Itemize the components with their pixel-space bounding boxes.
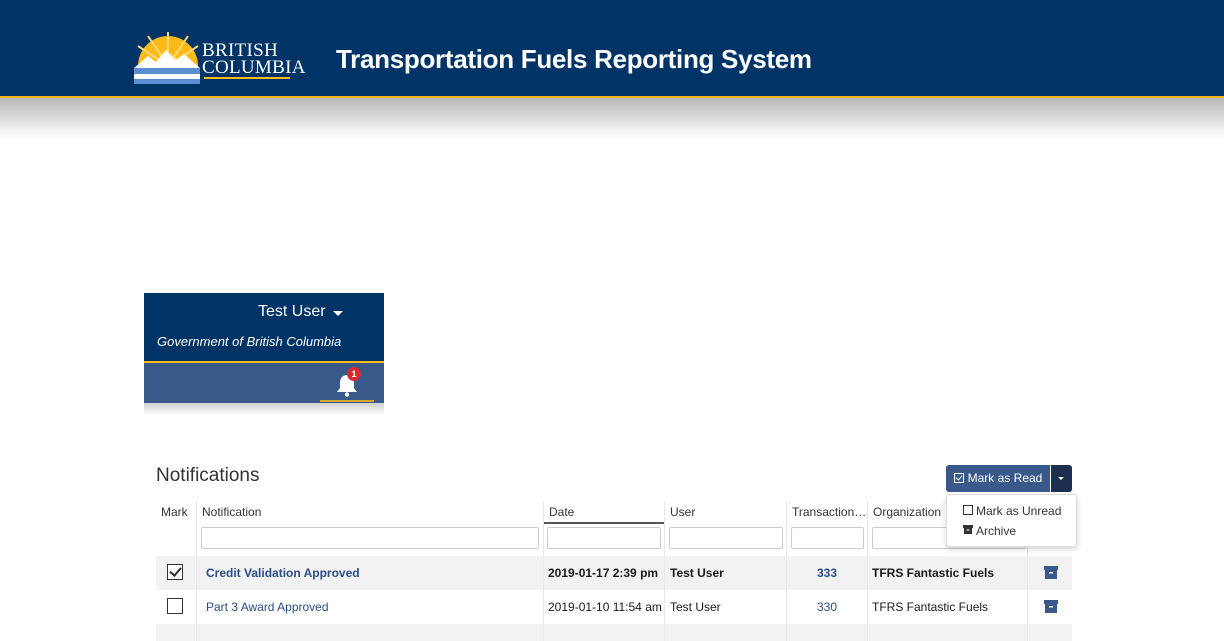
notification-link[interactable]: Part 3 Award Approved (206, 590, 329, 624)
user-filter-input[interactable] (669, 527, 783, 549)
column-divider (543, 501, 544, 641)
row-checkbox[interactable] (167, 564, 183, 580)
notification-count-badge: 1 (347, 367, 361, 381)
table-header: Mark Notification Date User Transaction…… (156, 501, 1072, 524)
square-icon (963, 505, 973, 515)
mark-as-read-button[interactable]: Mark as Read (946, 465, 1050, 492)
transaction-link[interactable]: 330 (817, 590, 837, 624)
notifications-table: Mark Notification Date User Transaction…… (156, 501, 1072, 641)
active-nav-underline (320, 400, 374, 402)
notification-filter-input[interactable] (201, 527, 539, 549)
table-row[interactable]: Credit Validation Approved 2019-01-17 2:… (156, 556, 1072, 590)
bc-sun-mountain-icon (134, 32, 200, 84)
user-top-bar: Test User Government of British Columbia (144, 293, 384, 363)
column-divider (867, 501, 868, 641)
gov-label: Government of British Columbia (157, 334, 342, 349)
app-header: BRITISH COLUMBIA Transportation Fuels Re… (0, 0, 1224, 98)
menu-item-label: Mark as Unread (976, 504, 1062, 518)
table-row[interactable]: Part 3 Award Approved 2019-01-10 11:54 a… (156, 590, 1072, 624)
filter-row (156, 524, 1072, 556)
column-header-notification[interactable]: Notification (197, 501, 544, 524)
column-header-transaction[interactable]: Transaction… (787, 501, 868, 524)
date-filter-input[interactable] (547, 527, 661, 549)
row-checkbox[interactable] (167, 598, 183, 614)
menu-item-label: Archive (976, 524, 1017, 538)
logo-wordmark: BRITISH COLUMBIA (202, 41, 306, 78)
nav-shadow (144, 403, 384, 415)
organization-cell: TFRS Fantastic Fuels (872, 600, 989, 614)
column-header-user[interactable]: User (665, 501, 787, 524)
app-title[interactable]: Transportation Fuels Reporting System (336, 44, 812, 75)
bc-logo[interactable]: BRITISH COLUMBIA (132, 30, 308, 86)
column-header-mark[interactable]: Mark (156, 501, 197, 524)
transaction-link[interactable]: 333 (817, 556, 837, 590)
user-cell: Test User (670, 600, 721, 614)
column-header-date[interactable]: Date (544, 501, 665, 524)
organization-cell: TFRS Fantastic Fuels (872, 566, 995, 580)
notification-link[interactable]: Credit Validation Approved (206, 556, 360, 590)
user-menu-toggle[interactable]: Test User (258, 303, 326, 321)
archive-icon[interactable] (1044, 600, 1058, 613)
user-cell: Test User (670, 566, 724, 580)
transaction-filter-input[interactable] (791, 527, 864, 549)
dropdown-toggle-button[interactable] (1051, 465, 1072, 492)
logo-underline (204, 77, 290, 79)
column-divider (196, 501, 197, 641)
logo-line-2: COLUMBIA (202, 57, 306, 78)
mark-options-menu: Mark as Unread Archive (946, 494, 1077, 547)
column-divider (786, 501, 787, 641)
check-square-icon (953, 473, 964, 483)
nav-bar: 1 (144, 363, 384, 403)
archive-icon (963, 525, 973, 534)
user-panel: Test User Government of British Columbia… (144, 293, 384, 422)
column-divider (664, 501, 665, 641)
mark-as-read-label: Mark as Read (967, 471, 1043, 485)
date-cell: 2019-01-10 11:54 am (548, 600, 662, 614)
table-row (156, 624, 1072, 641)
caret-down-icon[interactable] (333, 311, 343, 316)
date-cell: 2019-01-17 2:39 pm (548, 566, 659, 580)
page-title: Notifications (156, 465, 260, 486)
header-shadow (0, 98, 1224, 138)
archive-icon[interactable] (1044, 566, 1058, 579)
